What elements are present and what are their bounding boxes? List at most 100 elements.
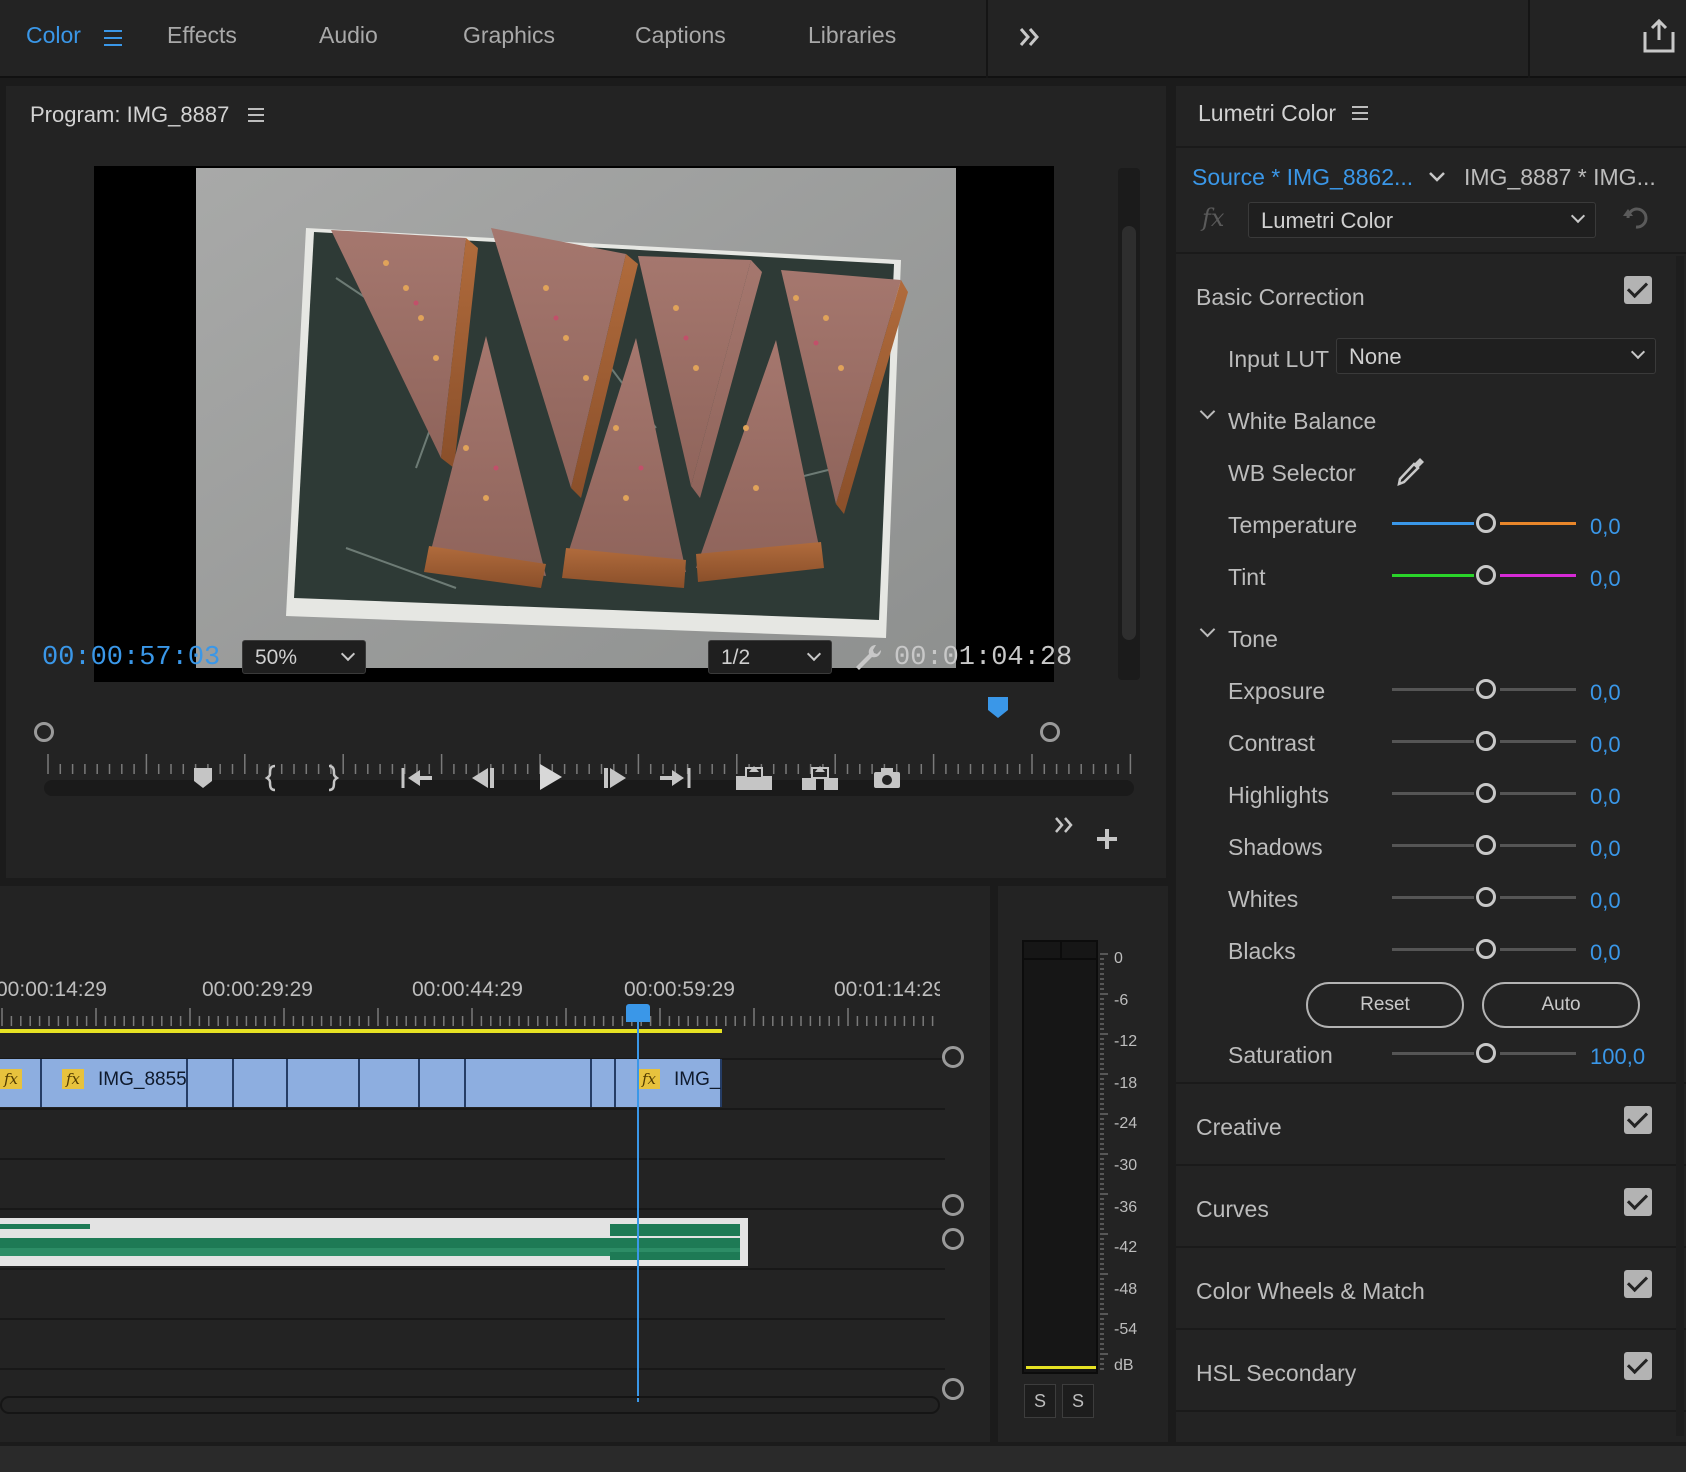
tab-graphics[interactable]: Graphics [463,22,555,49]
blacks-slider[interactable] [1392,939,1576,959]
saturation-slider[interactable] [1392,1043,1576,1063]
video-preview[interactable] [196,168,956,668]
temperature-slider[interactable] [1392,513,1576,533]
video-clip[interactable]: fx IMG_ [616,1059,722,1107]
video-clip[interactable] [288,1059,360,1107]
slider-knob[interactable] [1476,513,1496,533]
curves-checkbox[interactable] [1624,1188,1652,1216]
tab-color[interactable]: Color [26,22,81,49]
video-clip[interactable] [592,1059,616,1107]
tab-audio[interactable]: Audio [319,22,378,49]
exposure-slider[interactable] [1392,679,1576,699]
track-scroll-knob[interactable] [942,1194,964,1216]
section-color-wheels[interactable]: Color Wheels & Match [1196,1278,1425,1305]
audio-clip[interactable] [0,1218,748,1266]
lift-icon[interactable] [734,764,774,792]
param-value[interactable]: 0,0 [1590,940,1621,966]
slider-knob[interactable] [1476,1043,1496,1063]
video-clip[interactable] [234,1059,288,1107]
section-hsl-secondary[interactable]: HSL Secondary [1196,1360,1356,1387]
creative-checkbox[interactable] [1624,1106,1652,1134]
video-clip[interactable]: fx [0,1059,42,1107]
play-icon[interactable] [536,762,564,792]
reset-button[interactable]: Reset [1306,982,1464,1028]
param-value[interactable]: 0,0 [1590,514,1621,540]
eyedropper-icon[interactable] [1394,454,1428,488]
solo-right-button[interactable]: S [1062,1384,1094,1418]
param-value[interactable]: 100,0 [1590,1044,1645,1070]
mark-out-icon[interactable] [324,764,340,792]
auto-button[interactable]: Auto [1482,982,1640,1028]
step-back-icon[interactable] [468,766,496,790]
track-scroll-knob[interactable] [942,1228,964,1250]
tab-source-clip[interactable]: Source * IMG_8862... [1192,164,1413,191]
monitor-scrollbar-thumb[interactable] [1122,226,1136,640]
extract-icon[interactable] [800,764,840,792]
tab-libraries[interactable]: Libraries [808,22,896,49]
video-clip[interactable]: fx IMG_8855 [42,1059,188,1107]
color-wheels-checkbox[interactable] [1624,1270,1652,1298]
go-to-out-icon[interactable] [658,766,692,790]
slider-knob[interactable] [1476,887,1496,907]
input-lut-select[interactable]: None [1336,338,1656,374]
current-timecode[interactable]: 00:00:57:03 [42,643,220,673]
section-curves[interactable]: Curves [1196,1196,1269,1223]
add-marker-icon[interactable] [192,766,214,790]
hsl-secondary-checkbox[interactable] [1624,1352,1652,1380]
resolution-select[interactable]: 1/2 [708,640,832,674]
panel-menu-icon[interactable] [1352,106,1368,120]
effect-select[interactable]: Lumetri Color [1248,202,1596,238]
double-chevron-right-icon[interactable] [1018,26,1042,48]
slider-knob[interactable] [1476,939,1496,959]
scroll-handle-right[interactable] [1040,722,1060,742]
zoom-select[interactable]: 50% [242,640,366,674]
contrast-slider[interactable] [1392,731,1576,751]
timeline-playhead[interactable] [637,1010,639,1402]
mark-in-icon[interactable] [264,764,280,792]
slider-knob[interactable] [1476,565,1496,585]
param-value[interactable]: 0,0 [1590,566,1621,592]
workspace-menu-icon[interactable] [104,30,122,46]
solo-left-button[interactable]: S [1024,1384,1056,1418]
share-icon[interactable] [1642,18,1676,54]
section-creative[interactable]: Creative [1196,1114,1282,1141]
video-clip[interactable] [188,1059,234,1107]
video-clip[interactable] [420,1059,466,1107]
video-clip[interactable] [360,1059,420,1107]
timeline-horizontal-scrollbar[interactable] [0,1396,940,1414]
section-basic-correction[interactable]: Basic Correction [1196,284,1365,311]
slider-knob[interactable] [1476,679,1496,699]
step-forward-icon[interactable] [602,766,630,790]
shadows-slider[interactable] [1392,835,1576,855]
scroll-handle-left[interactable] [34,722,54,742]
tab-effects[interactable]: Effects [167,22,237,49]
playhead-marker[interactable] [987,696,1009,720]
go-to-in-icon[interactable] [400,766,434,790]
slider-knob[interactable] [1476,783,1496,803]
wrench-icon[interactable] [852,642,884,674]
track-scroll-knob[interactable] [942,1378,964,1400]
chevron-down-icon[interactable] [1428,170,1446,184]
lumetri-scrollbar[interactable] [1676,256,1684,1436]
tint-slider[interactable] [1392,565,1576,585]
whites-slider[interactable] [1392,887,1576,907]
video-clip[interactable] [466,1059,592,1107]
double-chevron-right-icon[interactable] [1054,816,1076,834]
highlights-slider[interactable] [1392,783,1576,803]
plus-icon[interactable] [1096,828,1118,850]
tab-captions[interactable]: Captions [635,22,726,49]
param-value[interactable]: 0,0 [1590,732,1621,758]
track-scroll-knob[interactable] [942,1046,964,1068]
reset-effect-icon[interactable] [1622,206,1652,232]
timeline-ruler[interactable] [0,1006,940,1028]
param-value[interactable]: 0,0 [1590,888,1621,914]
param-value[interactable]: 0,0 [1590,680,1621,706]
param-value[interactable]: 0,0 [1590,836,1621,862]
camera-icon[interactable] [872,766,902,790]
slider-knob[interactable] [1476,731,1496,751]
param-value[interactable]: 0,0 [1590,784,1621,810]
basic-correction-checkbox[interactable] [1624,276,1652,304]
work-area-bar[interactable] [0,1029,722,1033]
slider-knob[interactable] [1476,835,1496,855]
panel-menu-icon[interactable] [248,108,264,122]
